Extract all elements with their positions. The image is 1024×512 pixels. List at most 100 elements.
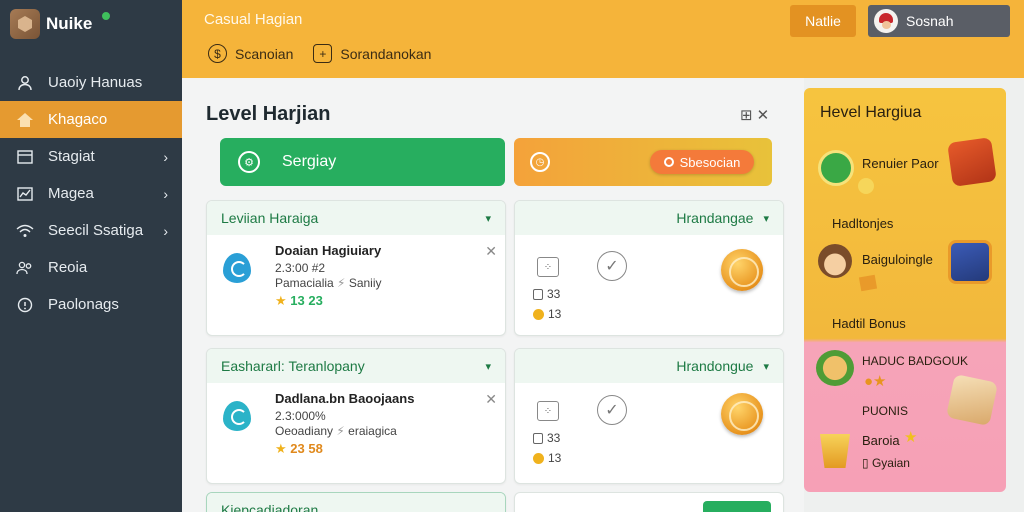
- card-header[interactable]: Hrandongue ▾: [515, 349, 783, 383]
- dollar-icon: $: [208, 44, 227, 63]
- online-indicator: [100, 10, 112, 22]
- sidebar-item-label: Uaoiy Hanuas: [48, 74, 143, 91]
- close-icon[interactable]: ✕: [757, 106, 770, 124]
- list-item[interactable]: Doaian Hagiuiary 2.3:00 #2 Pamacialia ⚡ …: [207, 235, 505, 315]
- chart-icon: [16, 185, 34, 203]
- card-header[interactable]: Leviian Haraiga ▾: [207, 201, 505, 235]
- backpack-icon[interactable]: [947, 137, 997, 187]
- chevron-right-icon: ›: [163, 148, 168, 165]
- tool-sorandanokan[interactable]: + Sorandanokan: [313, 44, 431, 63]
- topbar-title: Casual Hagian: [204, 11, 303, 28]
- reward-item: HADUC BADGOUK: [862, 354, 969, 368]
- card-header[interactable]: Hrandangae ▾: [515, 201, 783, 235]
- card-header[interactable]: Eashararl: Teranlopany ▾: [207, 349, 505, 383]
- sidebar-item-paolonags[interactable]: Paolonags: [0, 286, 182, 323]
- smile-icon: [858, 178, 874, 194]
- list-card: Eashararl: Teranlopany ▾ Dadlana.bn Baoo…: [206, 348, 506, 484]
- brand-name: Nuike: [46, 14, 93, 33]
- list-card: Leviian Haraiga ▾ Doaian Hagiuiary 2.3:0…: [206, 200, 506, 336]
- brand[interactable]: Nuike: [10, 8, 112, 40]
- pill-label: Sbesocian: [679, 154, 741, 170]
- row-id: 2.3:000%: [275, 409, 326, 423]
- reward-item: PUONIS: [862, 404, 909, 418]
- layout-icon: [16, 148, 34, 166]
- chevron-right-icon: ›: [163, 185, 168, 202]
- reward-card: [514, 492, 784, 512]
- sidebar-item-reoia[interactable]: Reoia: [0, 249, 182, 286]
- row-meta: Pamacialia ⚡ Saniiy: [275, 276, 382, 290]
- close-icon[interactable]: ✕: [485, 391, 497, 408]
- check-icon[interactable]: ✓: [597, 251, 627, 281]
- sidebar-item-khagaco[interactable]: Khagaco: [0, 101, 182, 138]
- user-menu-button[interactable]: Sosnah: [868, 5, 1010, 37]
- coin-small-icon: [533, 308, 544, 320]
- close-icon[interactable]: ✕: [485, 243, 497, 260]
- sbesocian-button[interactable]: Sbesocian: [650, 150, 754, 174]
- wifi-icon: [16, 222, 34, 240]
- grid-icon[interactable]: ⊞: [740, 106, 753, 124]
- ticket-icon: [858, 274, 878, 292]
- sidebar-item-label: Seecil Ssatiga: [48, 222, 144, 239]
- sidebar-item-label: Paolonags: [48, 296, 119, 313]
- card-title: Hrandongue: [676, 358, 754, 374]
- chevron-right-icon: ›: [163, 222, 168, 239]
- record-icon: [663, 157, 674, 167]
- row-stat-value: 23 58: [290, 441, 323, 456]
- main-content: Level Harjian ⊞ ✕ ⚙ Sergiay ◷ Sbesocian …: [182, 78, 804, 512]
- topbar: Casual Hagian $ Scanoian + Sorandanokan …: [182, 0, 1024, 78]
- row-title: Dadlana.bn Baoojaans: [275, 391, 415, 406]
- character-icon[interactable]: [818, 244, 852, 278]
- yellow-action-bar[interactable]: ◷ Sbesocian: [514, 138, 772, 186]
- reward-item: ▯ Gyaian: [862, 456, 910, 470]
- coin-icon[interactable]: [721, 249, 763, 291]
- view-controls: ⊞ ✕: [740, 106, 769, 124]
- row-stat: ★ 23 58: [275, 441, 323, 457]
- tool-scanoian[interactable]: $ Scanoian: [208, 44, 293, 63]
- rewards-panel: Hevel Hargiua Renuier Paor Hadltonjes Ba…: [804, 88, 1006, 492]
- info-mini-icon: ▯: [862, 456, 872, 470]
- badge-icon[interactable]: [818, 150, 854, 186]
- stat-value: 33: [547, 287, 561, 301]
- reward-item: Baiguloingle: [862, 252, 933, 267]
- stat-value: 33: [547, 431, 561, 445]
- reward-item: Hadltonjes: [832, 216, 894, 231]
- reward-item-label: Gyaian: [871, 456, 910, 470]
- check-icon[interactable]: ✓: [597, 395, 627, 425]
- green-tag[interactable]: [703, 501, 771, 512]
- app-drop-icon: [217, 251, 257, 291]
- reward-item: Baroia: [862, 433, 900, 448]
- row-meta: Oeoadiany ⚡ eraiagica: [275, 424, 397, 438]
- stat-value: 13: [548, 307, 562, 321]
- reward-item: Renuier Paor: [862, 156, 939, 171]
- sidebar: Nuike Uaoiy Hanuas Khagaco Stagiat › Mag…: [0, 0, 182, 512]
- stat-line: 33: [533, 287, 560, 301]
- sidebar-item-magea[interactable]: Magea ›: [0, 175, 182, 212]
- sidebar-item-stagiat[interactable]: Stagiat ›: [0, 138, 182, 175]
- sergiay-label: Sergiay: [282, 153, 337, 170]
- bolt-icon: ⚡: [337, 276, 349, 290]
- dice-icon[interactable]: ⁘: [537, 401, 559, 421]
- natlie-button[interactable]: Natlie: [790, 5, 856, 37]
- star-icon: ★: [275, 293, 287, 308]
- card-header[interactable]: Kiepcadiadoran: [207, 493, 505, 512]
- row-title: Doaian Hagiuiary: [275, 243, 382, 258]
- sidebar-item-seecil-ssatiga[interactable]: Seecil Ssatiga ›: [0, 212, 182, 249]
- mascot-icon[interactable]: [816, 350, 854, 386]
- trophy-icon[interactable]: [820, 434, 850, 468]
- stat-line: 33: [533, 431, 560, 445]
- coin-icon[interactable]: [721, 393, 763, 435]
- card-title: Leviian Haraiga: [221, 210, 319, 226]
- list-item[interactable]: Dadlana.bn Baoojaans 2.3:000% Oeoadiany …: [207, 383, 505, 463]
- avatar: [874, 9, 898, 33]
- user-name: Sosnah: [906, 13, 954, 29]
- logo-icon: [10, 9, 40, 39]
- chest-icon[interactable]: [948, 240, 992, 284]
- sergiay-button[interactable]: ⚙ Sergiay: [220, 138, 505, 186]
- gift-box-icon[interactable]: [945, 373, 999, 427]
- sidebar-item-uaoiy-hanuas[interactable]: Uaoiy Hanuas: [0, 64, 182, 101]
- lock-icon: [533, 288, 543, 300]
- reward-item: Hadtil Bonus: [832, 316, 906, 331]
- info-icon: [16, 296, 34, 314]
- row-meta-a: Oeoadiany: [275, 424, 334, 438]
- dice-icon[interactable]: ⁘: [537, 257, 559, 277]
